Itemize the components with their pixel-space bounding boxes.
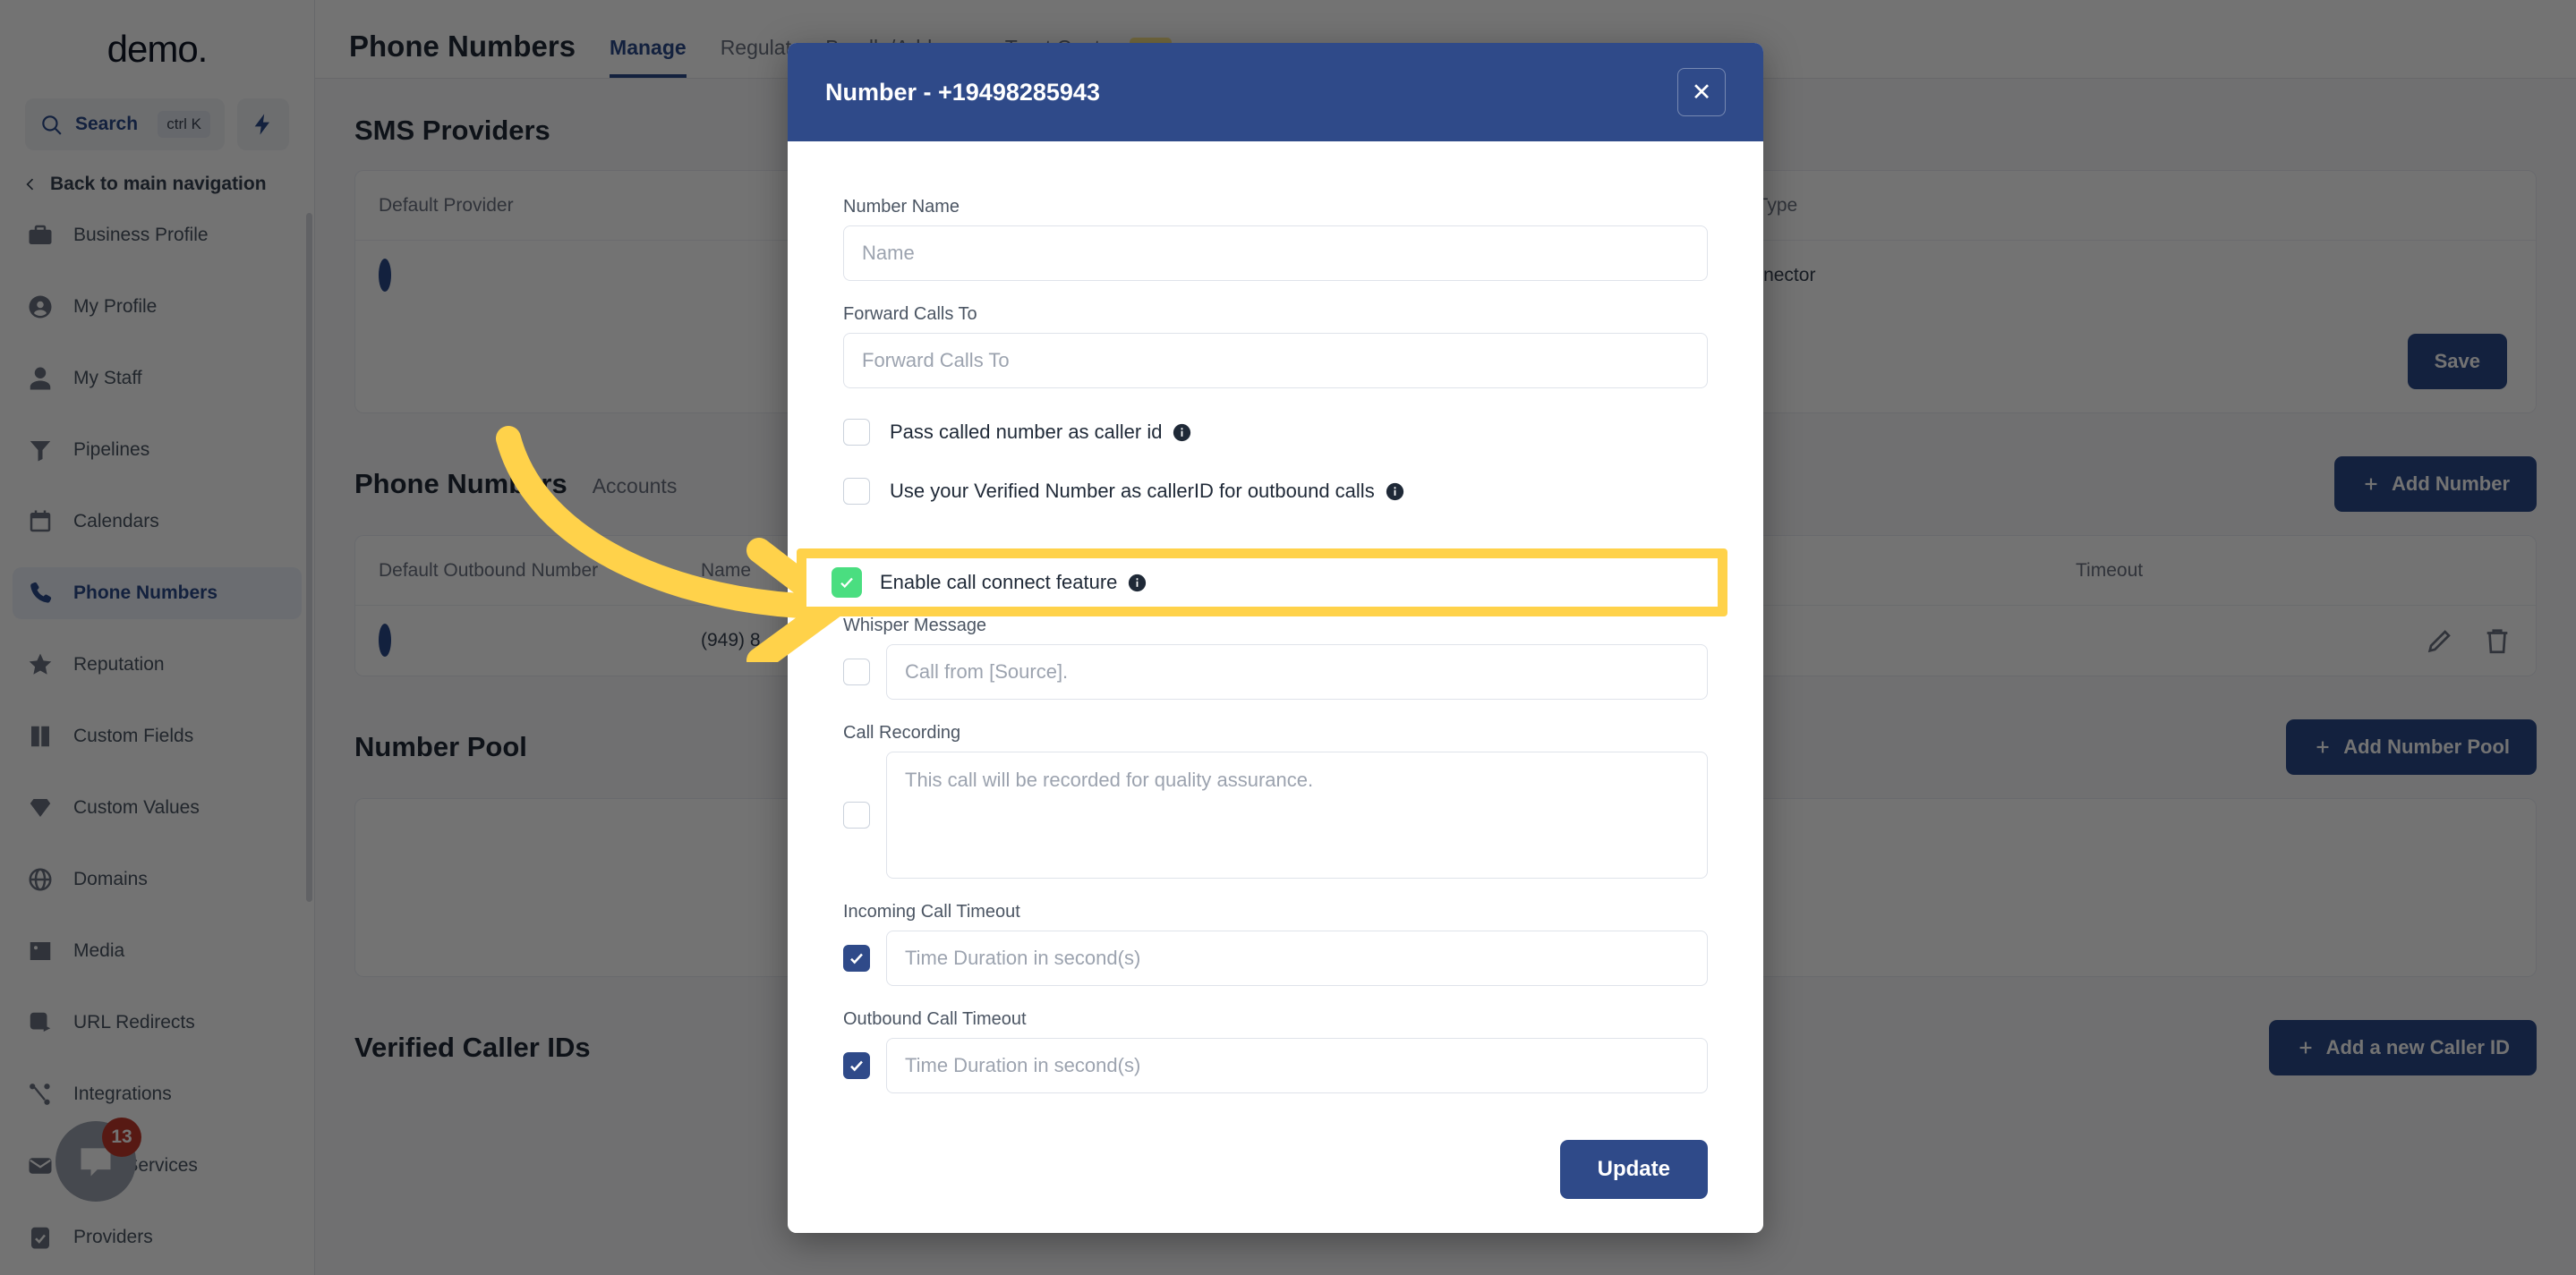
- number-name-group: Number Name: [843, 197, 1708, 281]
- modal-header: Number - +19498285943 ✕: [788, 43, 1763, 141]
- outbound-call-timeout-group: Outbound Call Timeout: [843, 1009, 1708, 1093]
- pass-called-number-label: Pass called number as caller id: [890, 421, 1163, 443]
- info-icon[interactable]: [1173, 423, 1191, 442]
- number-name-label: Number Name: [843, 197, 960, 217]
- incoming-call-timeout-input[interactable]: [886, 931, 1708, 986]
- app-root: demo. Search ctrl K: [0, 0, 2576, 1275]
- number-settings-modal: Number - +19498285943 ✕ Number Name Forw…: [788, 43, 1763, 1233]
- modal-title: Number - +19498285943: [825, 78, 1100, 106]
- call-recording-group: Call Recording: [843, 723, 1708, 879]
- number-name-input[interactable]: [843, 225, 1708, 281]
- whisper-message-checkbox[interactable]: [843, 659, 870, 685]
- modal-footer: Update: [843, 1117, 1708, 1199]
- call-recording-checkbox[interactable]: [843, 802, 870, 829]
- enable-call-connect-label-wrap: Enable call connect feature: [880, 571, 1147, 594]
- outbound-call-timeout-input[interactable]: [886, 1038, 1708, 1093]
- enable-call-connect-highlight[interactable]: Enable call connect feature: [797, 548, 1727, 616]
- outbound-call-timeout-checkbox[interactable]: [843, 1052, 870, 1079]
- outbound-call-timeout-row: [843, 1038, 1708, 1093]
- whisper-message-label: Whisper Message: [843, 616, 987, 635]
- info-icon[interactable]: [1386, 482, 1404, 501]
- modal-body: Number Name Forward Calls To Pass called…: [788, 141, 1763, 1233]
- incoming-call-timeout-row: [843, 931, 1708, 986]
- pass-called-number-label-wrap: Pass called number as caller id: [890, 421, 1191, 444]
- verified-number-callerid-label: Use your Verified Number as callerID for…: [890, 480, 1375, 502]
- check-icon: [840, 577, 853, 589]
- close-icon[interactable]: ✕: [1677, 68, 1726, 116]
- forward-calls-to-input[interactable]: [843, 333, 1708, 388]
- call-recording-label: Call Recording: [843, 723, 961, 743]
- verified-number-callerid-row[interactable]: Use your Verified Number as callerID for…: [843, 478, 1708, 505]
- annotation-arrow-icon: [496, 426, 845, 662]
- call-recording-textarea[interactable]: [886, 752, 1708, 879]
- enable-call-connect-label: Enable call connect feature: [880, 571, 1118, 593]
- enable-call-connect-checkbox[interactable]: [832, 567, 862, 598]
- check-icon: [850, 1060, 863, 1072]
- verified-number-callerid-label-wrap: Use your Verified Number as callerID for…: [890, 480, 1404, 503]
- pass-called-number-row[interactable]: Pass called number as caller id: [843, 419, 1708, 446]
- incoming-call-timeout-checkbox[interactable]: [843, 945, 870, 972]
- whisper-message-row: [843, 644, 1708, 700]
- incoming-call-timeout-group: Incoming Call Timeout: [843, 902, 1708, 986]
- whisper-message-input[interactable]: [886, 644, 1708, 700]
- incoming-call-timeout-label: Incoming Call Timeout: [843, 902, 1020, 922]
- update-button[interactable]: Update: [1559, 1140, 1708, 1199]
- whisper-message-group: Whisper Message: [843, 616, 1708, 700]
- info-icon[interactable]: [1128, 574, 1147, 592]
- forward-calls-to-group: Forward Calls To: [843, 304, 1708, 388]
- call-recording-row: [843, 752, 1708, 879]
- forward-calls-to-label: Forward Calls To: [843, 304, 977, 324]
- outbound-call-timeout-label: Outbound Call Timeout: [843, 1009, 1027, 1029]
- check-icon: [850, 953, 863, 965]
